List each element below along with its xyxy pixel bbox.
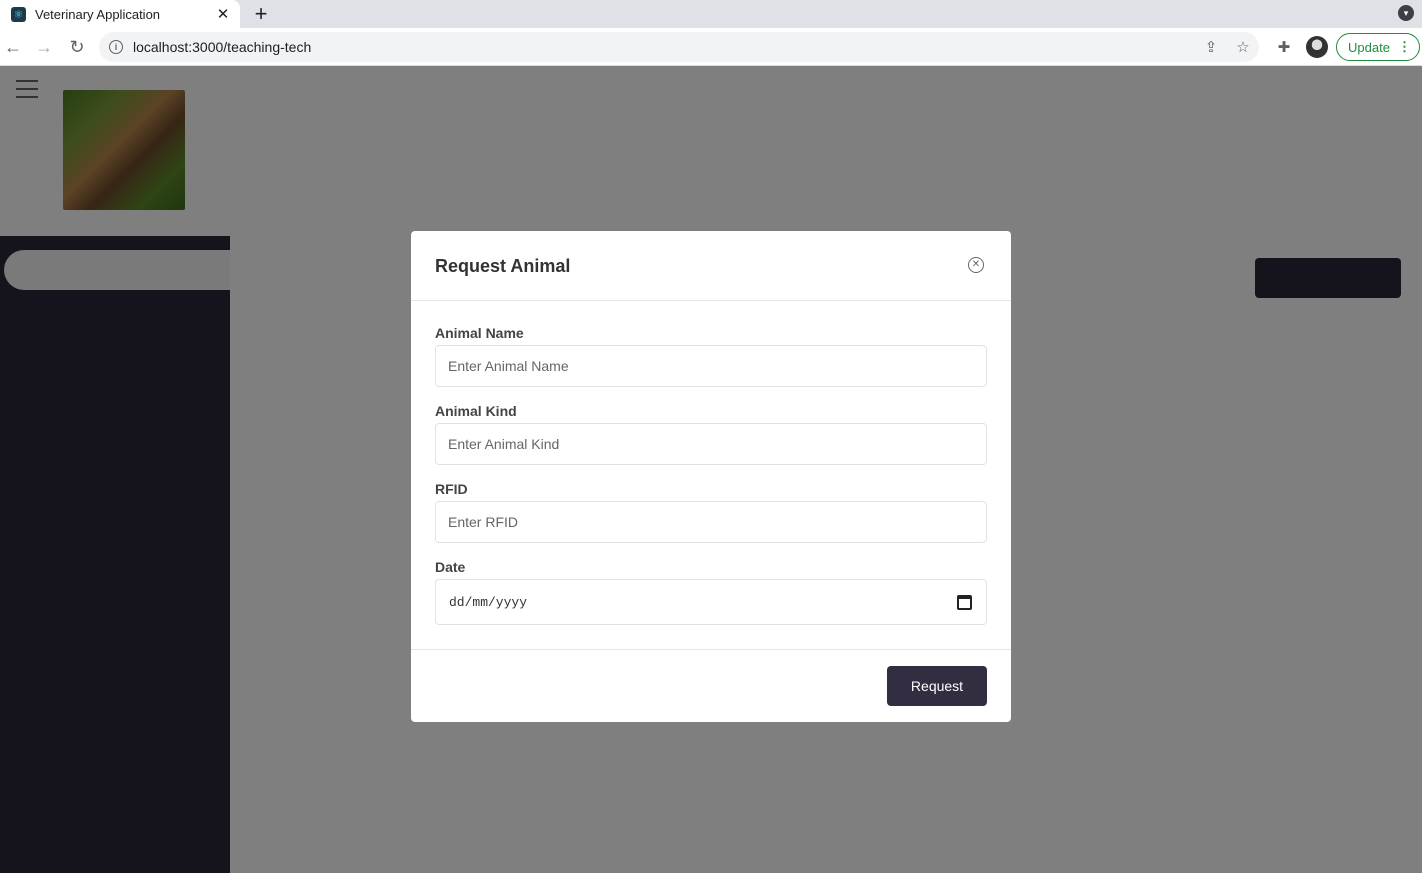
animal-kind-input[interactable] [435,423,987,465]
site-info-icon[interactable]: i [109,40,123,54]
modal-footer: Request [411,649,1011,722]
new-tab-icon[interactable]: + [249,1,273,26]
animal-name-label: Animal Name [435,325,524,341]
tab-title: Veterinary Application [35,6,161,22]
browser-tab-bar: ⚛ Veterinary Application ✕ + ▾ [0,0,1422,28]
close-icon[interactable]: ✕ [968,257,984,273]
profile-avatar[interactable] [1306,36,1328,58]
tab-search-icon[interactable]: ▾ [1398,5,1414,21]
modal-header: Request Animal ✕ [411,231,1011,301]
back-icon[interactable]: ← [1,35,25,59]
calendar-icon[interactable] [957,594,972,610]
browser-tab[interactable]: ⚛ Veterinary Application ✕ [0,0,240,28]
more-options-icon[interactable]: ⋮ [1398,39,1411,55]
update-button[interactable]: Update ⋮ [1336,33,1420,61]
request-button[interactable]: Request [887,666,987,706]
request-animal-modal: Request Animal ✕ Animal Name Animal Kind… [411,231,1011,722]
animal-name-input[interactable] [435,345,987,387]
url-text: localhost:3000/teaching-tech [133,39,312,55]
date-label: Date [435,559,466,575]
date-input[interactable]: dd/mm/yyyy [435,579,987,625]
rfid-input[interactable] [435,501,987,543]
reload-icon[interactable]: ↻ [65,35,89,59]
update-label: Update [1348,39,1390,55]
animal-kind-label: Animal Kind [435,403,517,419]
react-icon: ⚛ [11,6,26,22]
modal-title: Request Animal [435,256,571,276]
close-tab-icon[interactable]: ✕ [212,3,234,25]
rfid-label: RFID [435,481,468,497]
share-icon[interactable]: ⇪ [1195,32,1227,62]
bookmark-star-icon[interactable]: ☆ [1227,32,1259,62]
extensions-puzzle-icon[interactable]: ✚ [1272,35,1296,59]
date-placeholder: dd/mm/yyyy [449,594,528,610]
forward-icon[interactable]: → [32,35,56,59]
browser-toolbar: ← → ↻ i localhost:3000/teaching-tech ⇪ ☆… [0,28,1422,66]
address-bar[interactable]: i localhost:3000/teaching-tech ⇪ ☆ [99,32,1259,62]
